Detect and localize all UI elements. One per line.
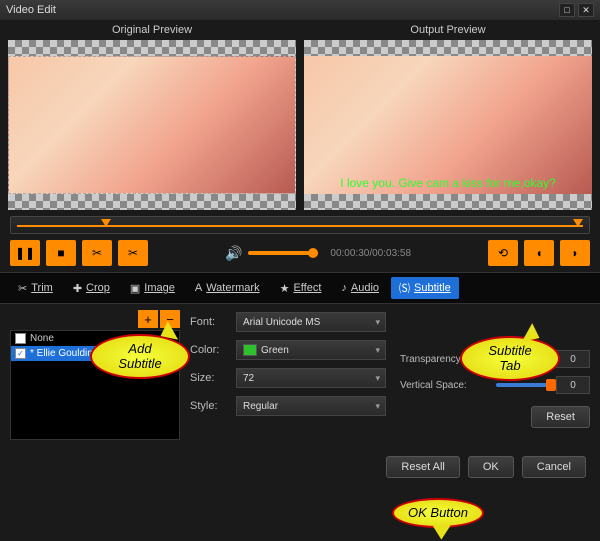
undo-button[interactable]: ⟲ (488, 240, 518, 266)
font-label: Font: (190, 316, 230, 328)
checkbox-none[interactable] (15, 333, 26, 344)
original-preview[interactable] (8, 40, 296, 210)
volume-icon: 🔊 (225, 245, 242, 262)
callout-add-subtitle: Add Subtitle (90, 334, 190, 379)
original-preview-column: Original Preview (8, 22, 296, 210)
tab-image[interactable]: ▣Image (122, 279, 183, 298)
callout-subtitle-tab: Subtitle Tab (460, 336, 560, 381)
maximize-button[interactable]: □ (559, 3, 575, 17)
size-select[interactable]: 72 (236, 368, 386, 388)
crop-icon: ✚ (73, 282, 82, 295)
subtitle-form: Font: Arial Unicode MS Color: Green Size… (190, 310, 390, 440)
timeline[interactable] (10, 216, 590, 234)
tab-crop[interactable]: ✚Crop (65, 279, 118, 298)
vertical-space-label: Vertical Space: (400, 380, 490, 391)
output-preview-label: Output Preview (304, 22, 592, 40)
timecode: 00:00:30/00:03:58 (330, 248, 411, 259)
bracket-right-button[interactable]: ◗ (560, 240, 590, 266)
cut-out-button[interactable]: ✂ (118, 240, 148, 266)
pause-button[interactable]: ❚❚ (10, 240, 40, 266)
checkbox-file[interactable]: ✓ (15, 348, 26, 359)
close-button[interactable]: ✕ (578, 3, 594, 17)
subtitle-icon: 🄢 (399, 280, 410, 296)
watermark-icon: A (195, 282, 202, 294)
window-title: Video Edit (6, 4, 56, 16)
subtitle-overlay: I love you. Give cam a kiss for me,okay? (308, 176, 588, 190)
color-select[interactable]: Green (236, 340, 386, 360)
color-swatch (243, 344, 257, 356)
font-select[interactable]: Arial Unicode MS (236, 312, 386, 332)
timeline-end-marker[interactable] (573, 219, 583, 227)
vertical-space-value[interactable]: 0 (556, 376, 590, 394)
tab-audio[interactable]: ♪Audio (333, 279, 387, 297)
star-icon: ★ (280, 282, 290, 295)
title-bar: Video Edit □ ✕ (0, 0, 600, 20)
style-label: Style: (190, 400, 230, 412)
volume-slider[interactable] (248, 251, 318, 255)
output-preview[interactable]: I love you. Give cam a kiss for me,okay? (304, 40, 592, 210)
size-label: Size: (190, 372, 230, 384)
tab-effect[interactable]: ★Effect (272, 279, 330, 298)
color-label: Color: (190, 344, 230, 356)
tab-bar: ✂Trim ✚Crop ▣Image AWatermark ★Effect ♪A… (0, 272, 600, 304)
cut-in-button[interactable]: ✂ (82, 240, 112, 266)
reset-button[interactable]: Reset (531, 406, 590, 428)
stop-button[interactable]: ■ (46, 240, 76, 266)
reset-all-button[interactable]: Reset All (386, 456, 459, 478)
vertical-space-slider[interactable] (496, 383, 550, 387)
original-preview-label: Original Preview (8, 22, 296, 40)
note-icon: ♪ (341, 282, 347, 294)
volume-control[interactable]: 🔊 (225, 245, 318, 262)
original-video-frame (8, 56, 296, 194)
add-subtitle-button[interactable]: + (138, 310, 158, 328)
dialog-footer: Reset All OK Cancel (0, 448, 600, 488)
tab-trim[interactable]: ✂Trim (10, 279, 61, 298)
style-select[interactable]: Regular (236, 396, 386, 416)
output-video-frame: I love you. Give cam a kiss for me,okay? (304, 56, 592, 194)
image-icon: ▣ (130, 282, 140, 295)
tab-subtitle[interactable]: 🄢Subtitle (391, 277, 459, 299)
playback-controls: ❚❚ ■ ✂ ✂ 🔊 00:00:30/00:03:58 ⟲ ◖ ◗ (0, 236, 600, 272)
transparency-value[interactable]: 0 (556, 350, 590, 368)
bracket-left-button[interactable]: ◖ (524, 240, 554, 266)
output-preview-column: Output Preview I love you. Give cam a ki… (304, 22, 592, 210)
callout-ok-button: OK Button (392, 498, 484, 528)
preview-row: Original Preview Output Preview I love y… (0, 20, 600, 210)
tab-watermark[interactable]: AWatermark (187, 279, 268, 297)
ok-button[interactable]: OK (468, 456, 514, 478)
scissors-icon: ✂ (18, 282, 27, 295)
timeline-playhead[interactable] (101, 219, 111, 227)
cancel-button[interactable]: Cancel (522, 456, 586, 478)
